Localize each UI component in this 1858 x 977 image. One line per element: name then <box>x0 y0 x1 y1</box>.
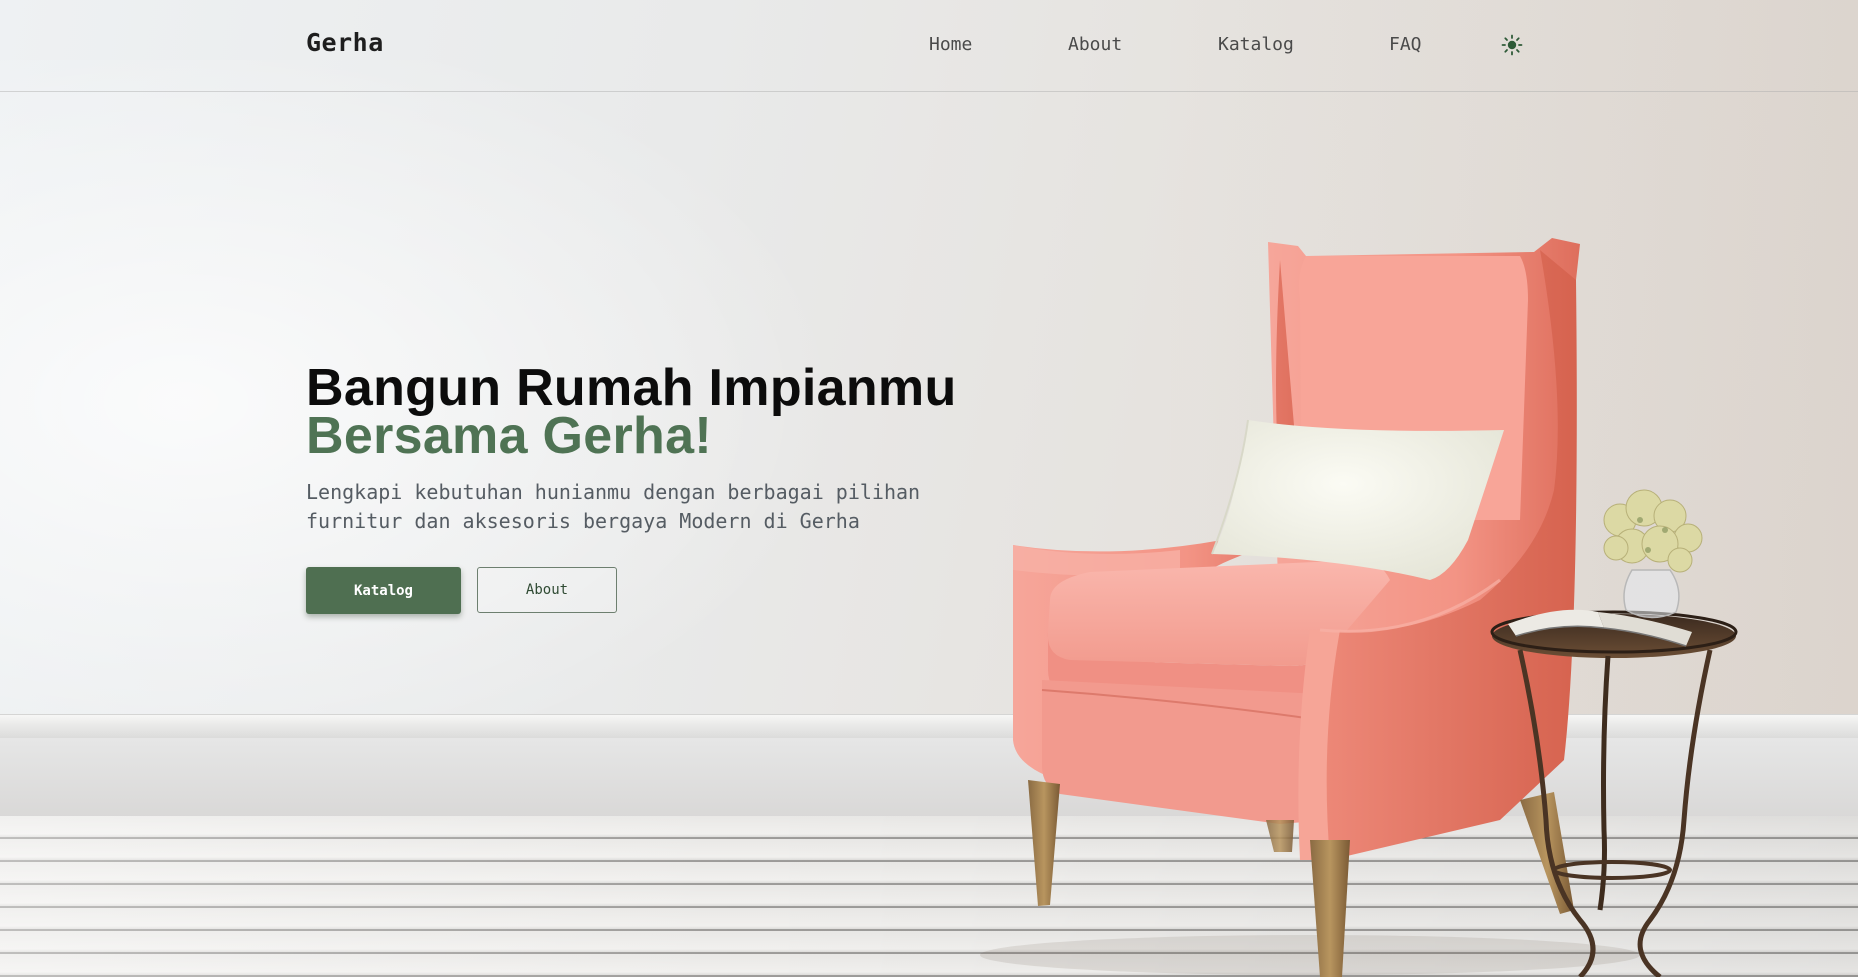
about-button[interactable]: About <box>477 567 617 613</box>
hero-illustration <box>980 238 1738 977</box>
nav-link-faq[interactable]: FAQ <box>1389 34 1422 55</box>
armchair <box>1013 238 1580 977</box>
nav-link-home[interactable]: Home <box>929 34 972 55</box>
nav-link-katalog[interactable]: Katalog <box>1218 34 1294 55</box>
hero-title-line1: Bangun Rumah Impianmu <box>306 359 957 417</box>
katalog-button[interactable]: Katalog <box>306 567 461 614</box>
nav-link-about[interactable]: About <box>1068 34 1122 55</box>
brand-logo[interactable]: Gerha <box>306 28 384 57</box>
hero-title: Bangun Rumah Impianmu Bersama Gerha! <box>306 359 957 465</box>
sun-icon[interactable] <box>1500 33 1524 57</box>
navbar: Gerha Home About Katalog FAQ <box>0 0 1858 92</box>
chair-shadow <box>980 935 1640 975</box>
hero-subtitle: Lengkapi kebutuhan hunianmu dengan berba… <box>306 480 921 533</box>
flower-vase <box>1603 489 1703 619</box>
hero-title-line2: Bersama Gerha! <box>306 407 712 465</box>
